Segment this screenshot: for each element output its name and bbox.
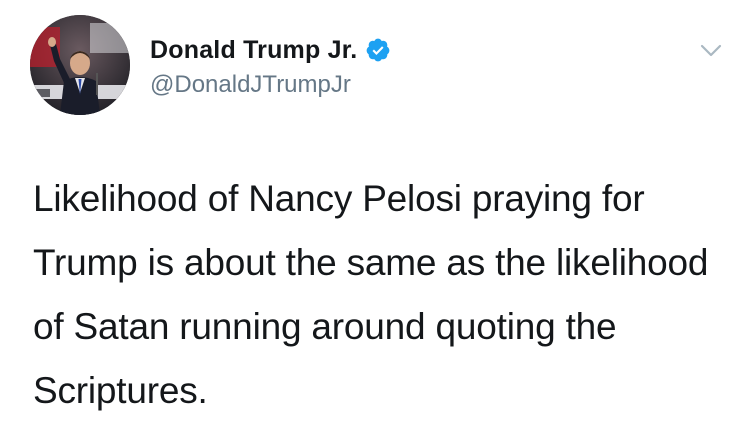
avatar[interactable] bbox=[30, 15, 130, 115]
user-handle[interactable]: @DonaldJTrumpJr bbox=[150, 71, 630, 99]
author-info: Donald Trump Jr. @DonaldJTrumpJr bbox=[150, 33, 630, 99]
display-name[interactable]: Donald Trump Jr. bbox=[150, 36, 357, 65]
profile-photo-icon bbox=[30, 15, 130, 115]
tweet-card: Donald Trump Jr. @DonaldJTrumpJr Likelih… bbox=[0, 0, 750, 433]
chevron-down-icon bbox=[700, 44, 722, 57]
verified-badge-icon bbox=[365, 37, 391, 63]
tweet-text: Likelihood of Nancy Pelosi praying for T… bbox=[33, 178, 709, 411]
display-name-row: Donald Trump Jr. bbox=[150, 33, 630, 67]
tweet-header: Donald Trump Jr. @DonaldJTrumpJr bbox=[30, 15, 730, 115]
tweet-menu-button[interactable] bbox=[696, 35, 726, 65]
